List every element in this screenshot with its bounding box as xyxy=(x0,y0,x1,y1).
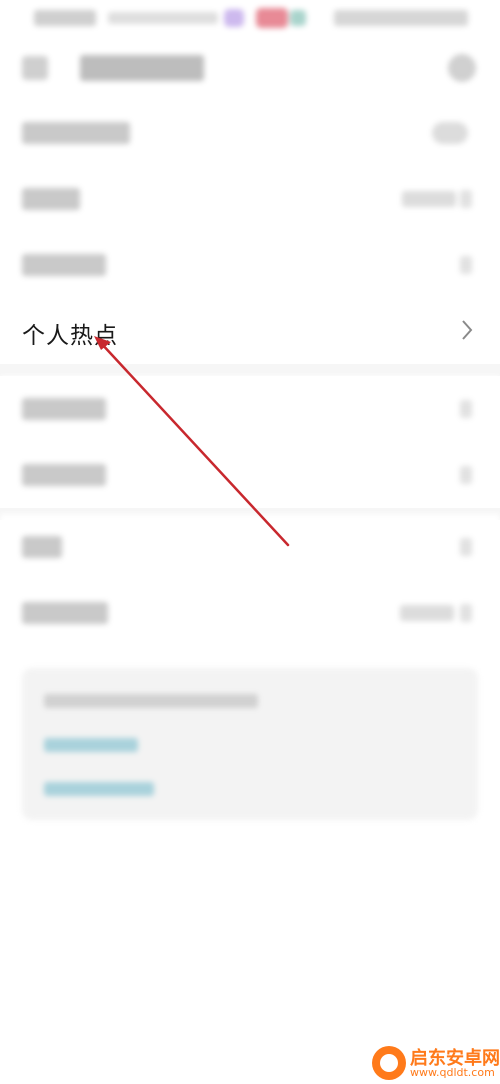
settings-row-label xyxy=(22,464,106,486)
settings-row-value xyxy=(402,191,456,207)
notification-icon xyxy=(256,8,288,28)
settings-row[interactable] xyxy=(0,580,500,646)
notification-icon xyxy=(290,10,306,26)
settings-row-label xyxy=(22,254,106,276)
page-title xyxy=(80,55,204,81)
search-icon[interactable] xyxy=(448,54,476,82)
settings-row-label xyxy=(22,398,106,420)
notification-icon xyxy=(224,9,244,27)
chevron-right-icon xyxy=(460,604,472,622)
settings-row[interactable] xyxy=(0,376,500,442)
chevron-right-icon xyxy=(460,256,472,274)
settings-row[interactable] xyxy=(0,514,500,580)
watermark-logo-icon xyxy=(372,1046,406,1080)
chevron-right-icon xyxy=(462,320,473,340)
chevron-right-icon xyxy=(460,400,472,418)
status-bar xyxy=(0,0,500,38)
info-card-link[interactable] xyxy=(44,782,154,796)
status-network-info xyxy=(108,12,218,24)
settings-row-label xyxy=(22,536,62,558)
settings-row[interactable] xyxy=(0,232,500,298)
settings-row-label xyxy=(22,188,80,210)
chevron-right-icon xyxy=(460,538,472,556)
toggle-switch[interactable] xyxy=(432,122,468,144)
settings-row-label xyxy=(22,602,108,624)
back-arrow-icon[interactable] xyxy=(22,56,48,80)
settings-row[interactable] xyxy=(0,100,500,166)
status-indicators xyxy=(334,10,468,26)
watermark-url: www.qdldt.com xyxy=(410,1066,495,1079)
app-header xyxy=(0,38,500,98)
settings-row-label xyxy=(22,122,130,144)
status-time xyxy=(34,10,96,26)
info-card-text xyxy=(44,694,258,708)
settings-row[interactable] xyxy=(0,442,500,508)
settings-row[interactable] xyxy=(0,166,500,232)
settings-row-personal-hotspot[interactable]: 个人热点 xyxy=(0,298,500,362)
settings-row-value xyxy=(400,605,454,621)
watermark: 启东安卓网 www.qdldt.com xyxy=(372,1042,500,1084)
chevron-right-icon xyxy=(460,466,472,484)
info-card-link[interactable] xyxy=(44,738,138,752)
chevron-right-icon xyxy=(460,190,472,208)
section-divider xyxy=(0,364,500,376)
personal-hotspot-label: 个人热点 xyxy=(22,323,118,349)
info-card xyxy=(22,668,478,820)
